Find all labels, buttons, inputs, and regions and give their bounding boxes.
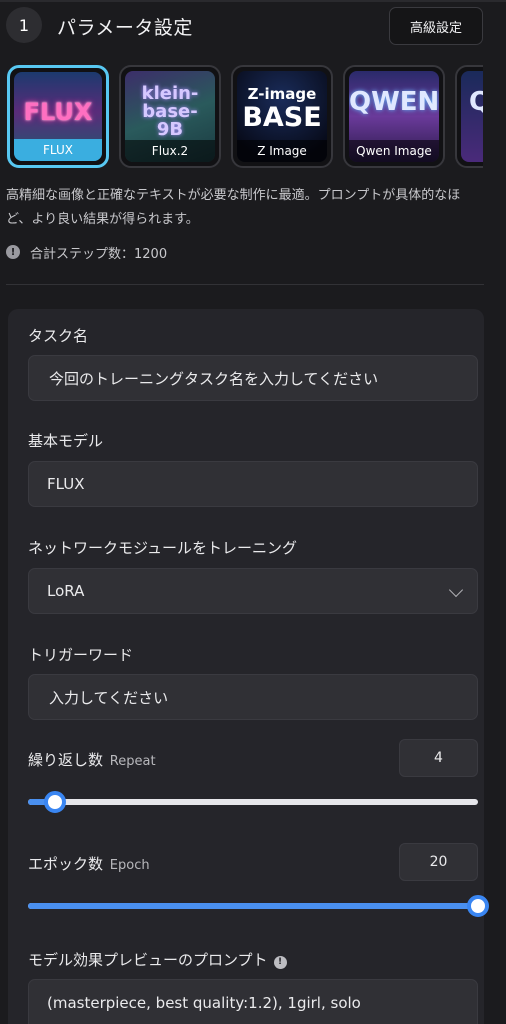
- base-model-field[interactable]: FLUX: [28, 461, 478, 507]
- total-steps: ! 合計ステップ数：1200: [6, 243, 168, 262]
- model-selector: FLUX FLUX klein-base-9B Flux.2 Z-image B…: [7, 65, 483, 168]
- model-caption: Flux.2: [125, 140, 215, 162]
- preview-prompt-label-text: モデル効果プレビューのプロンプト: [28, 951, 268, 969]
- preview-prompt-textarea[interactable]: (masterpiece, best quality:1.2), 1girl, …: [28, 979, 478, 1024]
- network-module-label: ネットワークモジュールをトレーニング: [28, 539, 297, 557]
- trigger-word-input[interactable]: 入力してください: [28, 674, 478, 720]
- model-thumbnail: klein-base-9B Flux.2: [125, 71, 215, 162]
- top-border: [0, 0, 506, 2]
- total-steps-text: 合計ステップ数：1200: [30, 246, 168, 262]
- model-thumbnail: Q: [461, 71, 483, 162]
- model-art-text: QWEN: [349, 87, 439, 117]
- model-art-text: Z-image BASE: [237, 85, 327, 133]
- model-art-text: klein-base-9B: [141, 83, 199, 140]
- epoch-label-text: エポック数: [28, 855, 104, 873]
- epoch-value-input[interactable]: 20: [399, 843, 478, 881]
- epoch-label: エポック数 Epoch: [28, 853, 150, 874]
- model-card-qwen[interactable]: QWEN Qwen Image: [343, 65, 445, 168]
- preview-prompt-label: モデル効果プレビューのプロンプト!: [28, 949, 287, 970]
- model-thumbnail: Z-image BASE Z Image: [237, 71, 327, 162]
- repeat-label-text: 繰り返し数: [28, 751, 104, 769]
- repeat-slider[interactable]: [28, 791, 478, 813]
- network-module-select[interactable]: LoRA: [28, 568, 478, 614]
- repeat-value-input[interactable]: 4: [399, 739, 478, 777]
- model-description: 高精細な画像と正確なテキストが必要な制作に最適。プロンプトが具体的なほど、より良…: [6, 188, 461, 227]
- page-title: パラメータ設定: [57, 17, 193, 39]
- model-thumbnail: FLUX FLUX: [14, 72, 102, 161]
- task-name-input[interactable]: 今回のトレーニングタスク名を入力してください: [28, 355, 478, 401]
- model-caption: FLUX: [14, 139, 102, 161]
- model-card-flux[interactable]: FLUX FLUX: [7, 65, 109, 168]
- model-caption: Z Image: [237, 140, 327, 162]
- model-thumbnail: QWEN Qwen Image: [349, 71, 439, 162]
- model-art-text: Q: [469, 89, 483, 115]
- advanced-settings-button[interactable]: 高級設定: [389, 7, 483, 45]
- epoch-label-sub: Epoch: [109, 858, 150, 873]
- step-number-badge: 1: [6, 7, 42, 43]
- repeat-label-sub: Repeat: [109, 754, 156, 769]
- epoch-slider-handle[interactable]: [467, 895, 489, 917]
- model-art-big: BASE: [242, 102, 322, 133]
- info-icon[interactable]: !: [273, 955, 287, 969]
- trigger-word-label: トリガーワード: [28, 646, 134, 664]
- model-caption: Qwen Image: [349, 140, 439, 162]
- model-card-flux2[interactable]: klein-base-9B Flux.2: [119, 65, 221, 168]
- model-art-text: FLUX: [23, 98, 93, 126]
- task-name-label: タスク名: [28, 327, 89, 345]
- model-art-top: Z-image: [247, 85, 317, 103]
- divider: [6, 284, 484, 285]
- repeat-label: 繰り返し数 Repeat: [28, 749, 156, 770]
- training-form: タスク名 今回のトレーニングタスク名を入力してください 基本モデル FLUX ネ…: [8, 309, 489, 1024]
- repeat-slider-handle[interactable]: [44, 791, 66, 813]
- epoch-slider-fill: [28, 903, 478, 909]
- model-card-z-image[interactable]: Z-image BASE Z Image: [231, 65, 333, 168]
- network-module-value: LoRA: [47, 582, 85, 600]
- info-icon: !: [6, 245, 20, 259]
- epoch-slider[interactable]: [28, 895, 489, 917]
- model-card-partial[interactable]: Q: [455, 65, 483, 168]
- chevron-down-icon: [448, 582, 464, 598]
- base-model-label: 基本モデル: [28, 432, 104, 450]
